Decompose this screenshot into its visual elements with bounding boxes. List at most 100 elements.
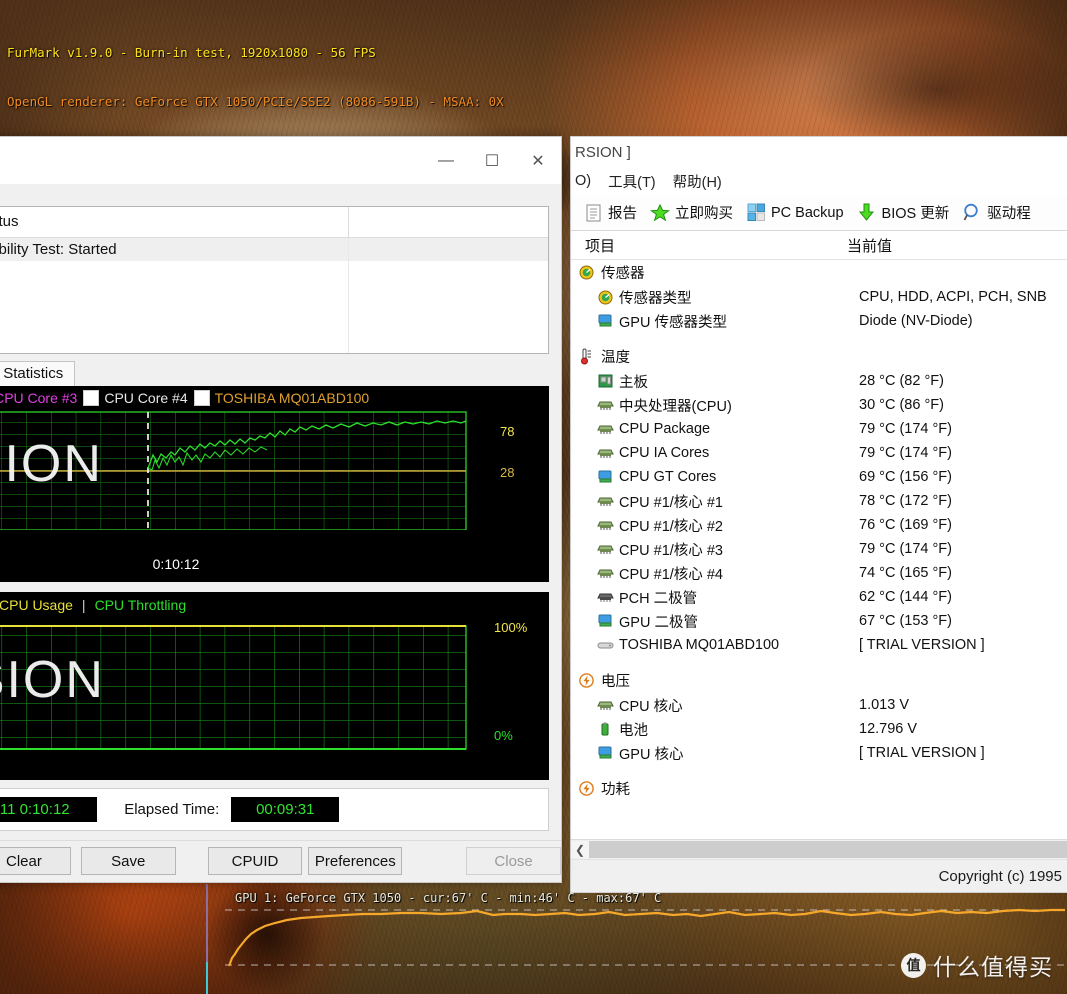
- sensor-row-label: GPU 核心: [619, 746, 684, 763]
- cpu-window-tabs: ges Powers Clocks Statistics: [0, 360, 561, 386]
- sensor-row[interactable]: CPU #1/核心 #1 78 °C (172 °F): [571, 489, 1067, 513]
- usage-graph-plot: [0, 624, 467, 750]
- temperature-graph-y-axis: 78 28: [500, 410, 542, 530]
- sensor-row[interactable]: CPU GT Cores 69 °C (156 °F): [571, 465, 1067, 489]
- gpu-icon: [597, 746, 614, 761]
- temperature-graph-legend: Core #1 CPU Core #2 CPU Core #3 CPU Core…: [0, 386, 549, 410]
- toolbar-button-pc-backup[interactable]: PC Backup: [742, 201, 848, 225]
- scroll-left-arrow-icon[interactable]: ❮: [571, 841, 589, 858]
- status-log-list[interactable]: & Time Status /1/11 0:10:12 Stability Te…: [0, 205, 549, 354]
- sensor-row-value: 67 °C (153 °F): [859, 613, 952, 629]
- table-row[interactable]: [0, 283, 548, 307]
- cpu-window-subbar: [0, 184, 561, 206]
- sensor-row-label: 主板: [619, 374, 648, 391]
- test-started-value: 2017/1/11 0:10:12: [0, 796, 98, 822]
- sensor-group-sensors[interactable]: 传感器: [571, 260, 1067, 285]
- sensor-row-label: CPU #1/核心 #3: [619, 542, 723, 559]
- row-extra: [349, 307, 548, 330]
- sensor-row[interactable]: CPU #1/核心 #4 74 °C (165 °F): [571, 561, 1067, 585]
- sensor-row[interactable]: CPU #1/核心 #2 76 °C (169 °F): [571, 513, 1067, 537]
- sensor-group-voltages[interactable]: 电压: [571, 668, 1067, 693]
- sensor-row-label: 传感器类型: [619, 290, 692, 307]
- row-extra: [349, 261, 548, 284]
- elapsed-time-label: Elapsed Time:: [124, 800, 220, 818]
- legend-label-cpu-usage[interactable]: CPU Usage: [0, 597, 73, 613]
- toolbar-button-report[interactable]: 报告: [579, 200, 641, 225]
- legend-checkbox[interactable]: [193, 389, 210, 406]
- y-label-bottom: 0%: [494, 727, 513, 743]
- aida64-toolbar: 报告 立即购买 PC Backup BIOS 更新 驱动程: [571, 195, 1067, 231]
- table-row[interactable]: [0, 306, 548, 330]
- sensor-group-label: 功耗: [601, 782, 630, 798]
- scrollbar-track[interactable]: [589, 841, 1067, 858]
- aida64-table-header: 项目 当前值: [571, 231, 1067, 260]
- sensor-row[interactable]: TOSHIBA MQ01ABD100 [ TRIAL VERSION ]: [571, 633, 1067, 657]
- preferences-button[interactable]: Preferences: [308, 847, 403, 876]
- legend-core-3[interactable]: CPU Core #3: [0, 390, 77, 406]
- sensor-row-value: 28 °C (82 °F): [859, 373, 944, 389]
- toolbar-label-buy-now: 立即购买: [675, 206, 733, 222]
- table-row[interactable]: [0, 260, 548, 284]
- aida64-sensor-tree[interactable]: 传感器 传感器类型 CPU, HDD, ACPI, PCH, SNB GPU 传…: [571, 260, 1067, 839]
- toolbar-label-driver-update: 驱动程: [987, 206, 1031, 222]
- legend-label-core-3: CPU Core #3: [0, 389, 78, 406]
- menu-item-help[interactable]: 帮助(H): [673, 171, 722, 192]
- sensor-row-label: CPU IA Cores: [619, 445, 710, 461]
- report-icon: [583, 203, 603, 223]
- sensor-row-value: 1.013 V: [859, 697, 909, 713]
- sensor-row[interactable]: PCH 二极管 62 °C (144 °F): [571, 585, 1067, 609]
- sensor-row-label: TOSHIBA MQ01ABD100: [619, 637, 780, 653]
- chip-icon: [597, 590, 614, 605]
- temperature-graph-plot: [0, 411, 467, 530]
- sensor-group-temperatures[interactable]: 温度: [571, 344, 1067, 369]
- sensor-row[interactable]: CPU 核心 1.013 V: [571, 693, 1067, 717]
- clear-button[interactable]: Clear: [0, 847, 71, 876]
- cpuid-button[interactable]: CPUID: [207, 847, 303, 876]
- sensor-row[interactable]: GPU 传感器类型 Diode (NV-Diode): [571, 309, 1067, 333]
- sensor-row[interactable]: GPU 核心 [ TRIAL VERSION ]: [571, 741, 1067, 765]
- usage-graph-legend: CPU Usage | CPU Throttling: [0, 592, 549, 618]
- furmark-hud-line-2: OpenGL renderer: GeForce GTX 1050/PCIe/S…: [7, 94, 504, 110]
- aida64-horizontal-scrollbar[interactable]: ❮: [571, 839, 1067, 859]
- sensor-row-label: CPU 核心: [619, 698, 683, 715]
- toolbar-button-bios-update[interactable]: BIOS 更新: [853, 200, 954, 225]
- toolbar-button-driver-update[interactable]: 驱动程: [958, 200, 1035, 225]
- legend-checkbox[interactable]: [83, 389, 100, 406]
- cpu-icon: [597, 566, 614, 581]
- row-status: [0, 283, 349, 307]
- sensor-row[interactable]: CPU IA Cores 79 °C (174 °F): [571, 441, 1067, 465]
- menu-item-file[interactable]: O): [575, 173, 591, 189]
- sensor-row[interactable]: 中央处理器(CPU) 30 °C (86 °F): [571, 393, 1067, 417]
- sensor-row-value: 62 °C (144 °F): [859, 589, 952, 605]
- save-button[interactable]: Save: [80, 847, 176, 876]
- sensor-row-value: 76 °C (169 °F): [859, 517, 952, 533]
- gpu-icon: [597, 314, 614, 329]
- sensor-row[interactable]: 电池 12.796 V: [571, 717, 1067, 741]
- tiles-icon: [746, 203, 766, 223]
- motherboard-icon: [597, 374, 614, 389]
- legend-label-cpu-throttling[interactable]: CPU Throttling: [95, 597, 187, 613]
- table-row[interactable]: [0, 329, 548, 353]
- legend-core-4[interactable]: CPU Core #4: [83, 389, 188, 406]
- legend-hdd[interactable]: TOSHIBA MQ01ABD100: [193, 389, 370, 406]
- toolbar-button-buy-now[interactable]: 立即购买: [646, 200, 737, 225]
- sensor-row[interactable]: CPU Package 79 °C (174 °F): [571, 417, 1067, 441]
- maximize-button[interactable]: ☐: [469, 145, 515, 176]
- toolbar-label-pc-backup: PC Backup: [771, 204, 844, 221]
- menu-item-tools[interactable]: 工具(T): [608, 171, 656, 192]
- table-row[interactable]: /1/11 0:10:12 Stability Test: Started: [0, 237, 548, 261]
- tab-statistics[interactable]: Statistics: [0, 360, 76, 386]
- sensor-group-power[interactable]: 功耗: [571, 776, 1067, 801]
- minimize-button[interactable]: —: [423, 145, 469, 176]
- toolbar-label-bios-update: BIOS 更新: [881, 206, 950, 222]
- legend-label-hdd: TOSHIBA MQ01ABD100: [214, 389, 370, 406]
- close-window-button[interactable]: ✕: [515, 145, 561, 176]
- row-extra: [349, 284, 548, 307]
- site-watermark: 值 什么值得买: [901, 948, 1053, 982]
- sensor-row[interactable]: GPU 二极管 67 °C (153 °F): [571, 609, 1067, 633]
- sensor-row-value: Diode (NV-Diode): [859, 313, 973, 329]
- sensor-row[interactable]: 主板 28 °C (82 °F): [571, 369, 1067, 393]
- sensor-row[interactable]: CPU #1/核心 #3 79 °C (174 °F): [571, 537, 1067, 561]
- sensor-row[interactable]: 传感器类型 CPU, HDD, ACPI, PCH, SNB: [571, 285, 1067, 309]
- sensor-row-label: CPU #1/核心 #2: [619, 518, 723, 535]
